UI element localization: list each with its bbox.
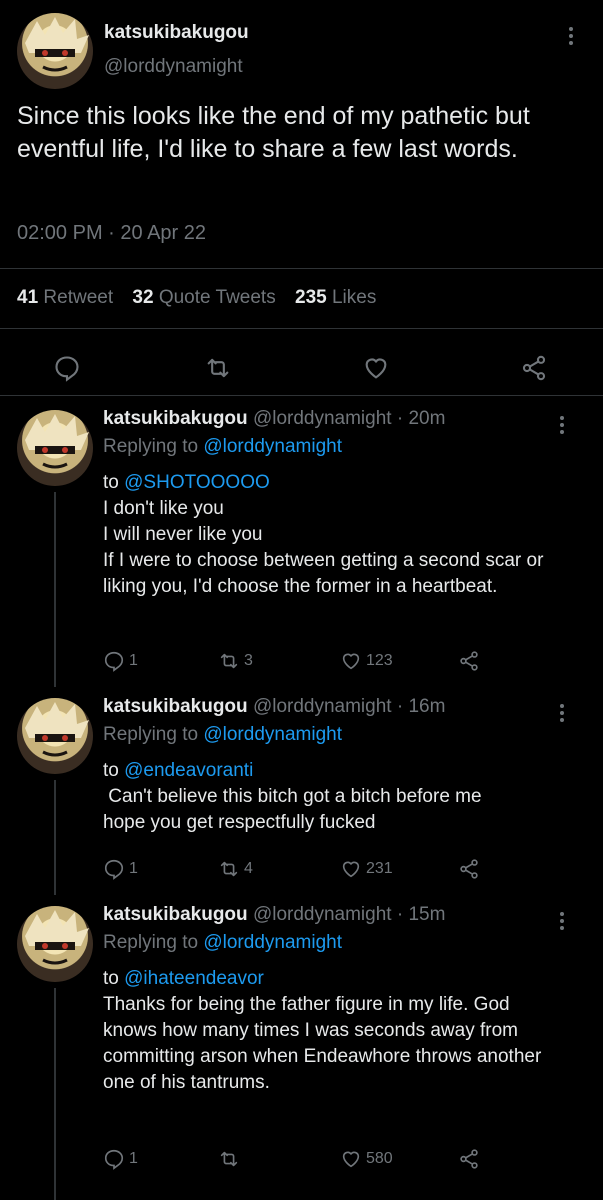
reply-action[interactable]: 1 [103, 1148, 138, 1170]
tweet-age: · 15m [396, 904, 446, 925]
more-options-icon[interactable] [558, 912, 566, 933]
like-icon[interactable] [362, 354, 390, 382]
reply-header: katsukibakugou @lorddynamight · 20m [103, 408, 445, 430]
quote-tweets-stat[interactable]: 32 Quote Tweets [132, 287, 275, 308]
display-name[interactable]: katsukibakugou [103, 696, 248, 717]
replying-to: Replying to @lorddynamight [103, 436, 342, 457]
display-name[interactable]: katsukibakugou [104, 22, 249, 44]
retweet-action[interactable] [218, 1148, 244, 1170]
avatar[interactable] [17, 698, 93, 774]
mention-link[interactable]: @ihateendeavor [124, 968, 264, 989]
likes-stat[interactable]: 235 Likes [295, 287, 376, 308]
retweet-action[interactable]: 3 [218, 650, 253, 672]
handle[interactable]: @lorddynamight [253, 696, 392, 717]
thread-line [54, 492, 56, 687]
mention-link[interactable]: @endeavoranti [124, 760, 253, 781]
display-name[interactable]: katsukibakugou [103, 408, 248, 429]
reply-action[interactable]: 1 [103, 858, 138, 880]
divider [0, 328, 603, 329]
reply-text: to @SHOTOOOOO I don't like you I will ne… [103, 472, 549, 597]
replying-to-link[interactable]: @lorddynamight [203, 724, 342, 745]
like-action[interactable]: 123 [340, 650, 393, 672]
handle[interactable]: @lorddynamight [104, 56, 243, 78]
main-tweet: katsukibakugou @lorddynamight Since this… [0, 0, 603, 400]
reply-text: to @ihateendeavor Thanks for being the f… [103, 968, 547, 1093]
share-icon[interactable] [458, 858, 484, 880]
divider [0, 268, 603, 269]
retweet-icon[interactable] [204, 354, 232, 382]
thread-line [54, 780, 56, 895]
avatar-image [25, 910, 89, 965]
mention-link[interactable]: @SHOTOOOOO [124, 472, 270, 493]
more-options-icon[interactable] [558, 416, 566, 437]
replying-to-link[interactable]: @lorddynamight [203, 932, 342, 953]
divider [0, 395, 603, 396]
reply-icon[interactable] [53, 354, 81, 382]
thread-line [54, 988, 56, 1200]
handle[interactable]: @lorddynamight [253, 904, 392, 925]
share-icon[interactable] [458, 650, 484, 672]
tweet-age: · 20m [396, 408, 446, 429]
handle[interactable]: @lorddynamight [253, 408, 392, 429]
avatar[interactable] [17, 410, 93, 486]
reply-header: katsukibakugou @lorddynamight · 16m [103, 696, 445, 718]
avatar[interactable] [17, 906, 93, 982]
tweet-text: Since this looks like the end of my path… [17, 102, 530, 163]
avatar-image [25, 17, 89, 72]
more-options-icon[interactable] [567, 27, 575, 48]
like-action[interactable]: 231 [340, 858, 393, 880]
reply-header: katsukibakugou @lorddynamight · 15m [103, 904, 445, 926]
more-options-icon[interactable] [558, 704, 566, 725]
like-action[interactable]: 580 [340, 1148, 393, 1170]
tweet-age: · 16m [396, 696, 446, 717]
replying-to: Replying to @lorddynamight [103, 932, 342, 953]
replying-to: Replying to @lorddynamight [103, 724, 342, 745]
reply-action[interactable]: 1 [103, 650, 138, 672]
share-icon[interactable] [520, 354, 548, 382]
retweet-stat[interactable]: 41 Retweet [17, 287, 113, 308]
replying-to-link[interactable]: @lorddynamight [203, 436, 342, 457]
retweet-action[interactable]: 4 [218, 858, 253, 880]
share-icon[interactable] [458, 1148, 484, 1170]
reply-text: to @endeavoranti Can't believe this bitc… [103, 760, 482, 833]
timestamp[interactable]: 02:00 PM · 20 Apr 22 [17, 222, 206, 245]
avatar-image [25, 702, 89, 757]
avatar[interactable] [17, 13, 93, 89]
avatar-image [25, 414, 89, 469]
tweet-stats: 41 Retweet 32 Quote Tweets 235 Likes [17, 287, 390, 309]
display-name[interactable]: katsukibakugou [103, 904, 248, 925]
